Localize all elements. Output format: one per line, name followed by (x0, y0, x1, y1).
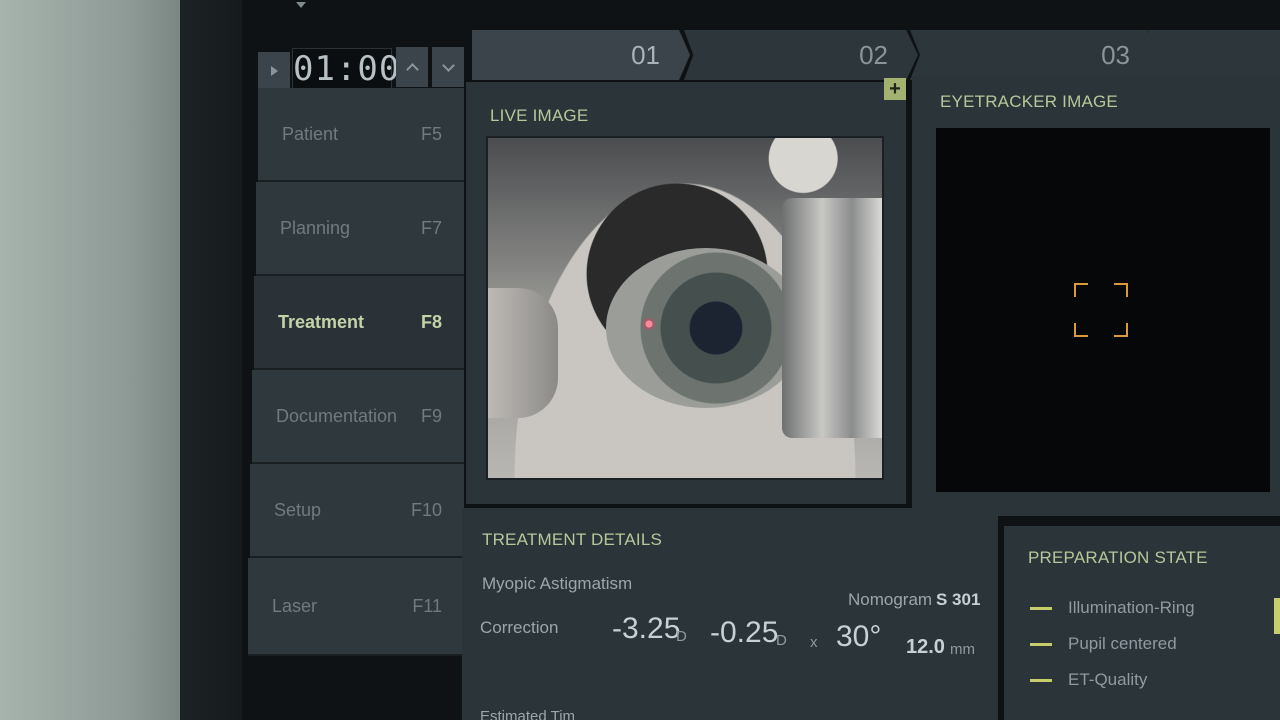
sphere-value: -3.25 (612, 612, 681, 645)
nav-item-setup[interactable]: Setup F10 (250, 464, 464, 558)
multiply-sign: x (810, 634, 818, 651)
nav-item-label: Patient (282, 123, 339, 144)
laser-dot (643, 318, 655, 330)
speculum-right (782, 198, 882, 438)
nav-item-key: F10 (410, 499, 442, 520)
nav-item-label: Laser (272, 595, 318, 616)
nav-item-label: Treatment (278, 311, 365, 332)
prep-side-indicator (1274, 598, 1280, 634)
step-tab-03[interactable]: 03 (910, 30, 1160, 80)
nav-item-label: Planning (280, 217, 351, 238)
nav-item-key: F11 (412, 595, 442, 616)
zone-unit: mm (950, 641, 975, 658)
live-camera-image (486, 136, 884, 480)
prep-item-label: Illumination-Ring (1068, 598, 1195, 617)
timer-increase-button[interactable] (396, 47, 428, 87)
nav-item-key: F7 (420, 217, 442, 238)
chevron-down-icon (441, 58, 455, 72)
axis-value: 30° (836, 620, 882, 653)
nav-item-key: F9 (420, 405, 442, 426)
nav-item-key: F5 (420, 123, 442, 144)
background-wall (0, 0, 180, 720)
nomogram-value: S 301 (936, 590, 981, 609)
nav-item-planning[interactable]: Planning F7 (256, 182, 464, 276)
monitor-bezel (180, 0, 250, 720)
step-tab-01[interactable]: 01 (472, 30, 690, 80)
prep-item: Pupil centered (1030, 634, 1177, 654)
speculum-left (488, 288, 558, 418)
status-ok-icon (1030, 606, 1052, 610)
nav-item-label: Documentation (276, 405, 398, 426)
prep-item: Illumination-Ring (1030, 598, 1195, 618)
timer-play-button[interactable] (258, 52, 290, 90)
cylinder-unit: D (776, 632, 787, 649)
crosshair-icon (1074, 283, 1128, 337)
prep-item: ET-Quality (1030, 670, 1147, 690)
estimated-time-label: Estimated Tim (480, 708, 576, 720)
nav-item-key: F8 (420, 311, 442, 332)
chevron-up-icon (405, 62, 419, 76)
eyetracker-title: EYETRACKER IMAGE (940, 92, 1118, 111)
prep-item-label: ET-Quality (1068, 670, 1148, 689)
cylinder-value: -0.25 (710, 616, 779, 649)
sphere-unit: D (676, 628, 687, 645)
eye-iris (606, 248, 806, 408)
preparation-state-title: PREPARATION STATE (1028, 548, 1208, 567)
timer-display: 01:00 (292, 48, 401, 90)
status-ok-icon (1030, 642, 1052, 646)
sidebar: Patient F5 Planning F7 Treatment F8 Docu… (248, 88, 466, 658)
treatment-details-title: TREATMENT DETAILS (482, 530, 663, 549)
nav-item-label: Setup (274, 499, 322, 520)
live-image-title: LIVE IMAGE (490, 106, 589, 125)
status-ok-icon (1030, 678, 1052, 682)
nav-item-documentation[interactable]: Documentation F9 (252, 370, 464, 464)
timer-decrease-button[interactable] (432, 47, 464, 87)
add-button[interactable]: + (884, 78, 906, 100)
play-icon (270, 66, 278, 76)
zone-value: 12.0 (906, 636, 945, 658)
menu-arrow-icon[interactable] (296, 2, 306, 8)
step-tab-02[interactable]: 02 (684, 30, 918, 80)
prep-item-label: Pupil centered (1068, 634, 1177, 653)
step-tab-next[interactable] (1148, 30, 1280, 80)
nav-item-laser[interactable]: Laser F11 (248, 558, 464, 656)
correction-label: Correction (480, 618, 559, 637)
nav-item-patient[interactable]: Patient F5 (258, 88, 464, 182)
nav-item-treatment[interactable]: Treatment F8 (254, 276, 464, 370)
procedure-type: Myopic Astigmatism (482, 574, 633, 593)
nomogram-label: Nomogram (848, 590, 933, 609)
